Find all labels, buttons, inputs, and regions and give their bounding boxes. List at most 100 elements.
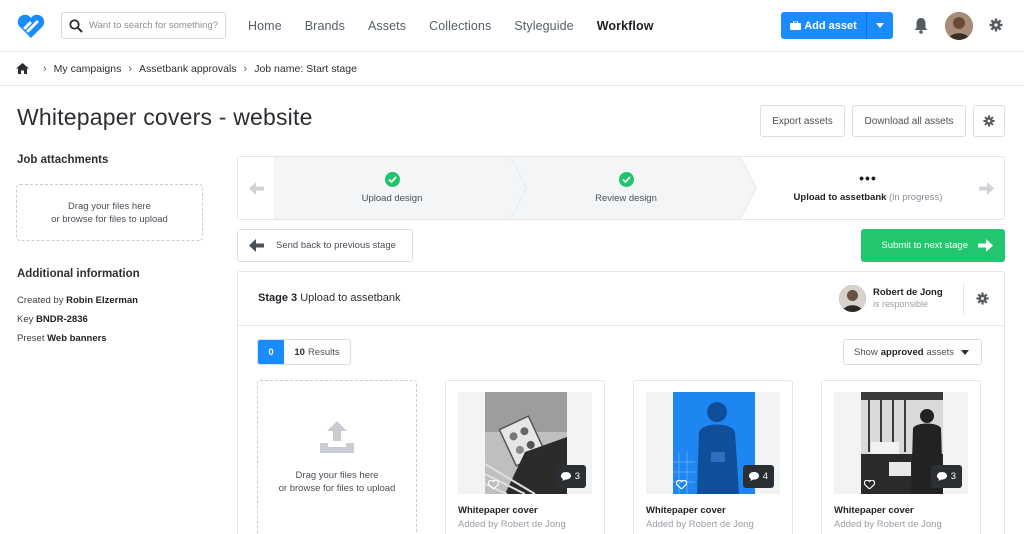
results-count-toggle[interactable]: 10 Results [284, 340, 350, 364]
comment-count: 3 [574, 471, 580, 482]
arrow-left-icon [248, 181, 264, 195]
comment-count-badge[interactable]: 3 [554, 465, 586, 488]
asset-thumbnail[interactable]: 4 [646, 392, 780, 494]
nav-styleguide[interactable]: Styleguide [514, 19, 573, 33]
asset-title[interactable]: Whitepaper cover [834, 505, 914, 516]
breadcrumb-item-current: Job name: Start stage [254, 62, 357, 75]
step-upload-design[interactable]: Upload design [274, 157, 527, 219]
meta-preset-label: Preset [17, 333, 45, 344]
nav-brands[interactable]: Brands [305, 19, 345, 33]
dropzone-text-line1: Drag your files here [295, 470, 379, 481]
dropzone-text-line2: or browse for files to upload [51, 214, 168, 225]
breadcrumb-item-campaigns[interactable]: My campaigns [54, 63, 122, 75]
asset-card[interactable]: 3 Whitepaper cover Added by Robert de Jo… [445, 380, 605, 534]
meta-key-value: BNDR-2836 [36, 314, 88, 325]
filter-value: approved [880, 346, 924, 358]
step-status: (in progress) [889, 191, 943, 203]
bell-icon[interactable] [913, 17, 929, 34]
comment-icon [560, 472, 571, 481]
meta-created-by-value: Robin Elzerman [66, 295, 138, 306]
dropzone-text-line1: Drag your files here [68, 201, 151, 212]
meta-created-by-label: Created by [17, 295, 64, 306]
asset-added-by: Added by Robert de Jong [646, 519, 754, 530]
home-icon[interactable] [16, 63, 29, 74]
send-back-label: Send back to previous stage [276, 240, 396, 251]
brand-logo-icon [676, 480, 687, 489]
user-avatar[interactable] [945, 12, 973, 40]
step-label: Review design [595, 193, 657, 204]
nav-collections[interactable]: Collections [429, 19, 491, 33]
stage-settings-gear-icon[interactable] [976, 292, 989, 305]
asset-thumbnail[interactable]: 3 [834, 392, 968, 494]
asset-card[interactable]: 3 Whitepaper cover Added by Robert de Jo… [821, 380, 981, 534]
submit-next-stage-button[interactable]: Submit to next stage [861, 229, 1005, 262]
search-input[interactable] [89, 20, 224, 31]
responsible-name: Robert de Jong [873, 287, 943, 298]
stepper-next-button[interactable] [968, 157, 1004, 219]
additional-info-heading: Additional information [17, 268, 140, 280]
export-assets-label: Export assets [772, 115, 833, 127]
comment-count: 3 [950, 471, 956, 482]
briefcase-icon [790, 21, 802, 30]
brand-logo-icon [488, 480, 499, 489]
breadcrumb-separator: › [43, 62, 47, 75]
meta-key-label: Key [17, 314, 34, 325]
comment-icon [748, 472, 759, 481]
download-all-assets-label: Download all assets [864, 115, 954, 127]
meta-preset: Preset Web banners [17, 333, 107, 344]
stage-panel-header: Stage 3 Upload to assetbank Robert de Jo… [238, 272, 1004, 326]
comment-count-badge[interactable]: 3 [930, 465, 962, 488]
step-upload-to-assetbank[interactable]: ••• Upload to assetbank (in progress) [758, 157, 978, 219]
asset-upload-dropzone[interactable]: Drag your files here or browse for files… [257, 380, 417, 534]
breadcrumb-item-approvals[interactable]: Assetbank approvals [139, 63, 236, 75]
add-asset-button[interactable]: Add asset [781, 12, 867, 39]
brand-logo-icon[interactable] [16, 13, 46, 39]
nav-home[interactable]: Home [248, 19, 282, 33]
step-review-design[interactable]: Review design [512, 157, 757, 219]
submit-label: Submit to next stage [881, 240, 968, 251]
stage-number: Stage 3 [258, 292, 298, 304]
asset-title[interactable]: Whitepaper cover [646, 505, 726, 516]
export-assets-button[interactable]: Export assets [760, 105, 845, 137]
asset-added-by: Added by Robert de Jong [458, 519, 566, 530]
filter-suffix: assets [926, 346, 954, 358]
asset-card[interactable]: 4 Whitepaper cover Added by Robert de Jo… [633, 380, 793, 534]
nav-assets[interactable]: Assets [368, 19, 406, 33]
asset-title[interactable]: Whitepaper cover [458, 505, 538, 516]
download-all-assets-button[interactable]: Download all assets [852, 105, 966, 137]
meta-preset-value: Web banners [47, 333, 107, 344]
selected-count-toggle[interactable]: 0 [258, 340, 284, 364]
responsible-avatar-image [839, 285, 866, 312]
main-nav: Home Brands Assets Collections Styleguid… [248, 0, 677, 52]
filter-prefix: Show [854, 346, 878, 358]
brand-logo-icon [864, 480, 875, 489]
asset-thumbnail[interactable]: 3 [458, 392, 592, 494]
caret-down-icon [876, 23, 884, 28]
stage-name: Upload to assetbank [300, 292, 401, 304]
responsible-avatar[interactable] [839, 285, 866, 312]
gear-icon [983, 115, 995, 127]
send-back-button[interactable]: Send back to previous stage [237, 229, 413, 262]
meta-created-by: Created by Robin Elzerman [17, 295, 138, 306]
divider [963, 284, 964, 314]
check-circle-icon [618, 172, 634, 187]
page-settings-button[interactable] [973, 105, 1005, 137]
meta-key: Key BNDR-2836 [17, 314, 88, 325]
add-asset-button-group: Add asset [781, 12, 893, 39]
stepper-prev-button[interactable] [238, 157, 274, 219]
comment-count-badge[interactable]: 4 [742, 465, 774, 488]
approved-filter-dropdown[interactable]: Show approved assets [843, 339, 982, 365]
responsible-role: is responsible [873, 299, 929, 309]
nav-workflow[interactable]: Workflow [597, 19, 654, 33]
results-count: 10 [294, 346, 305, 358]
results-label: Results [307, 346, 340, 358]
top-navbar: Home Brands Assets Collections Styleguid… [0, 0, 1024, 52]
add-asset-dropdown-button[interactable] [867, 12, 893, 39]
attachments-dropzone[interactable]: Drag your files here or browse for files… [16, 184, 203, 241]
asset-added-by: Added by Robert de Jong [834, 519, 942, 530]
search-icon [69, 18, 83, 32]
search-box[interactable] [61, 12, 226, 39]
workflow-stepper: Upload design Review design ••• Upload t… [237, 156, 1005, 220]
settings-gear-icon[interactable] [989, 18, 1003, 32]
results-counter: 0 10 Results [257, 339, 351, 365]
